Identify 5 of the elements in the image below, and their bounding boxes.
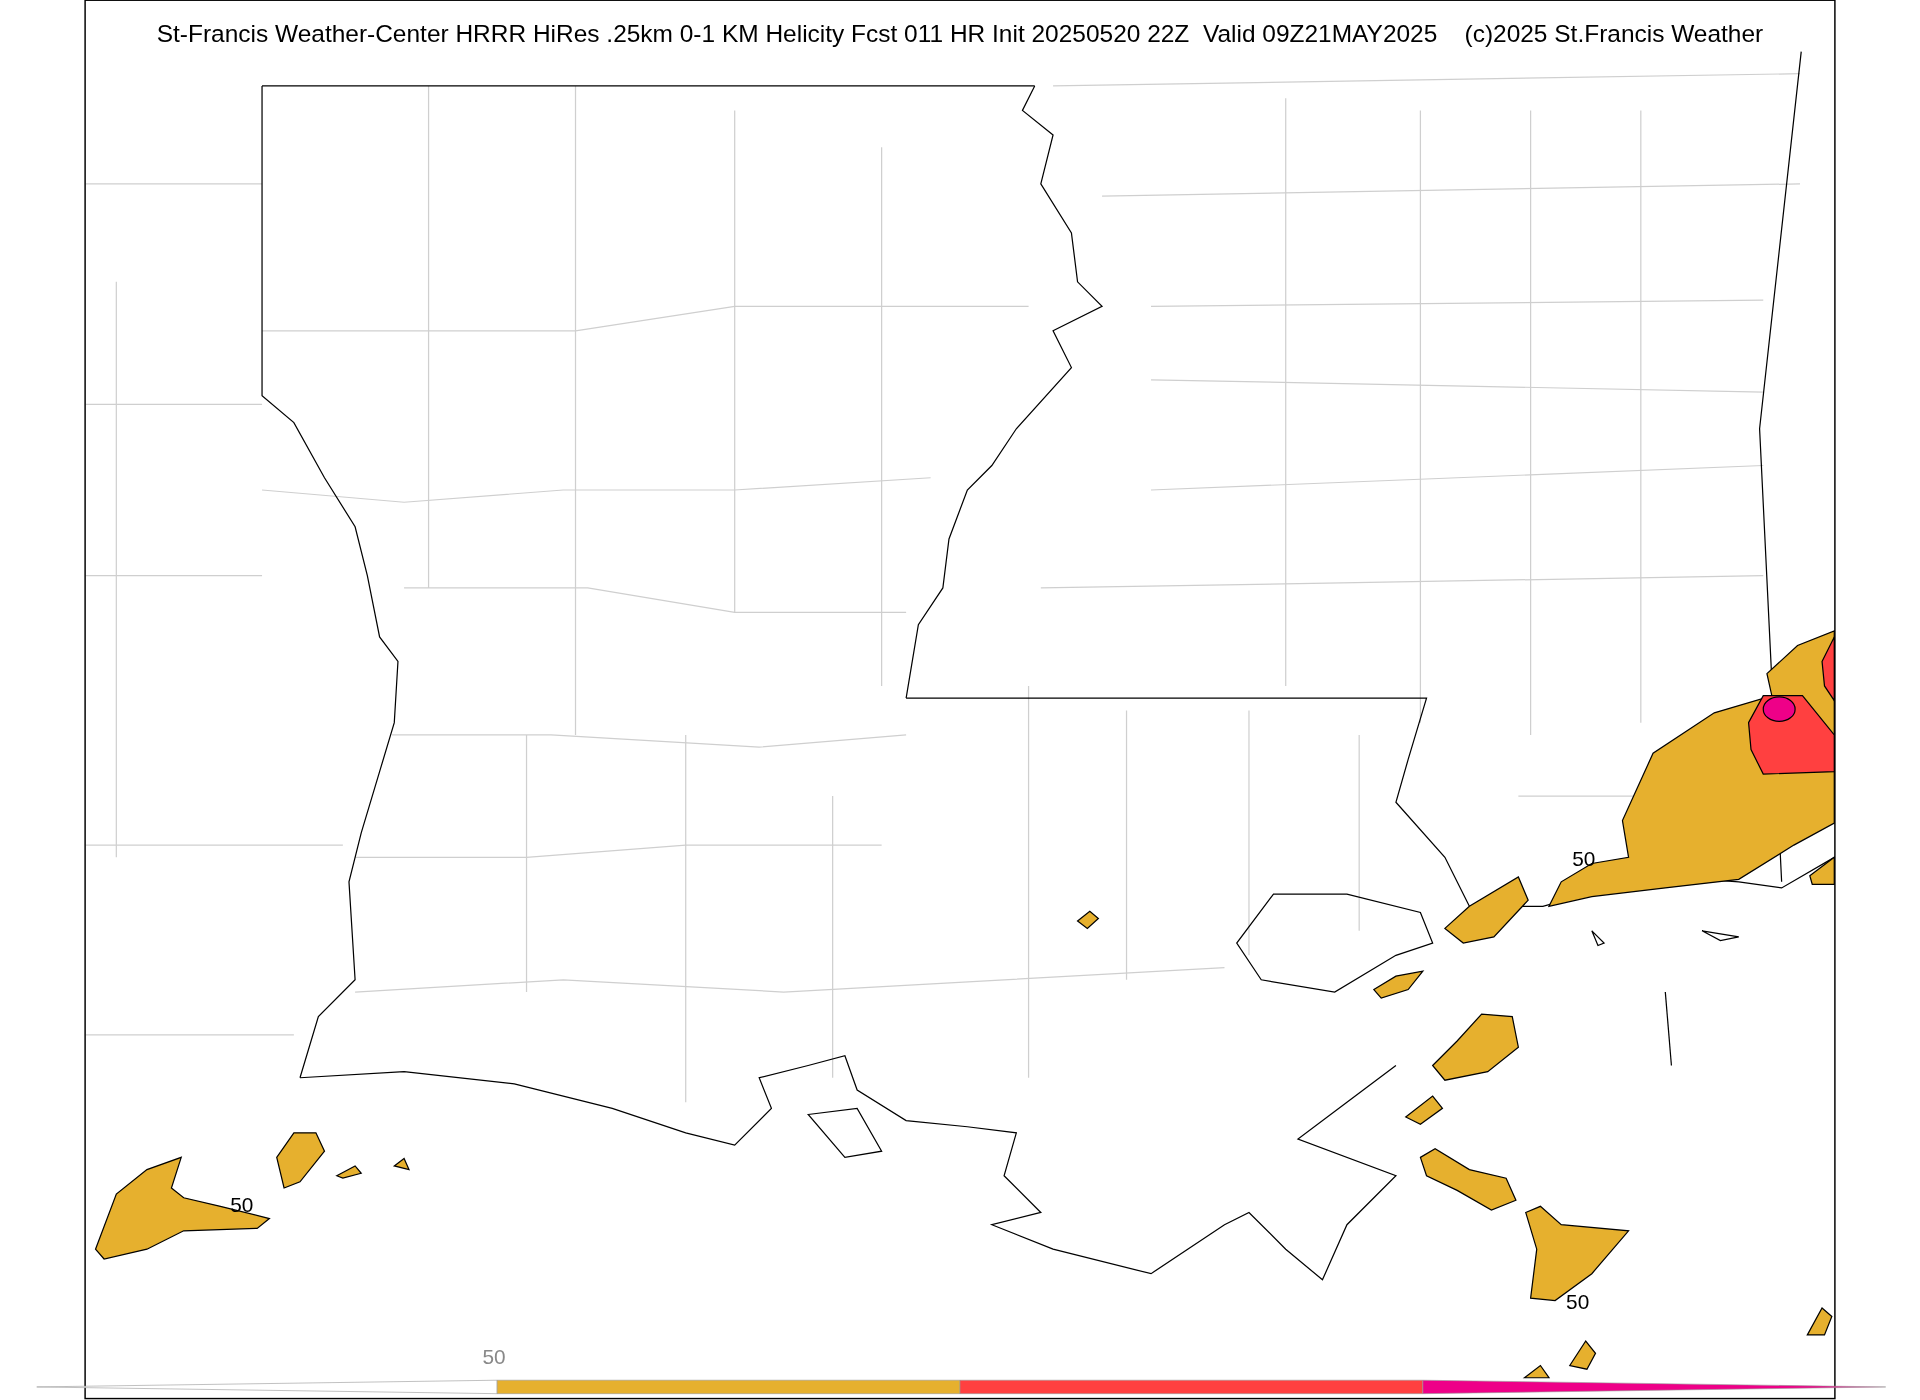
contour-label: 50 bbox=[230, 1193, 254, 1217]
contour-label: 50 bbox=[1572, 846, 1596, 870]
colorbar-tick-label: 50 bbox=[482, 1345, 506, 1369]
contour-label: 50 bbox=[1566, 1290, 1590, 1314]
map-title: St-Francis Weather-Center HRRR HiRes .25km 0-1 KM Helicity Fcst 011 HR Init 20250520 22Z Valid 09Z21MAY2025 (c)2025 St.Francis Weather bbox=[156, 19, 1764, 47]
